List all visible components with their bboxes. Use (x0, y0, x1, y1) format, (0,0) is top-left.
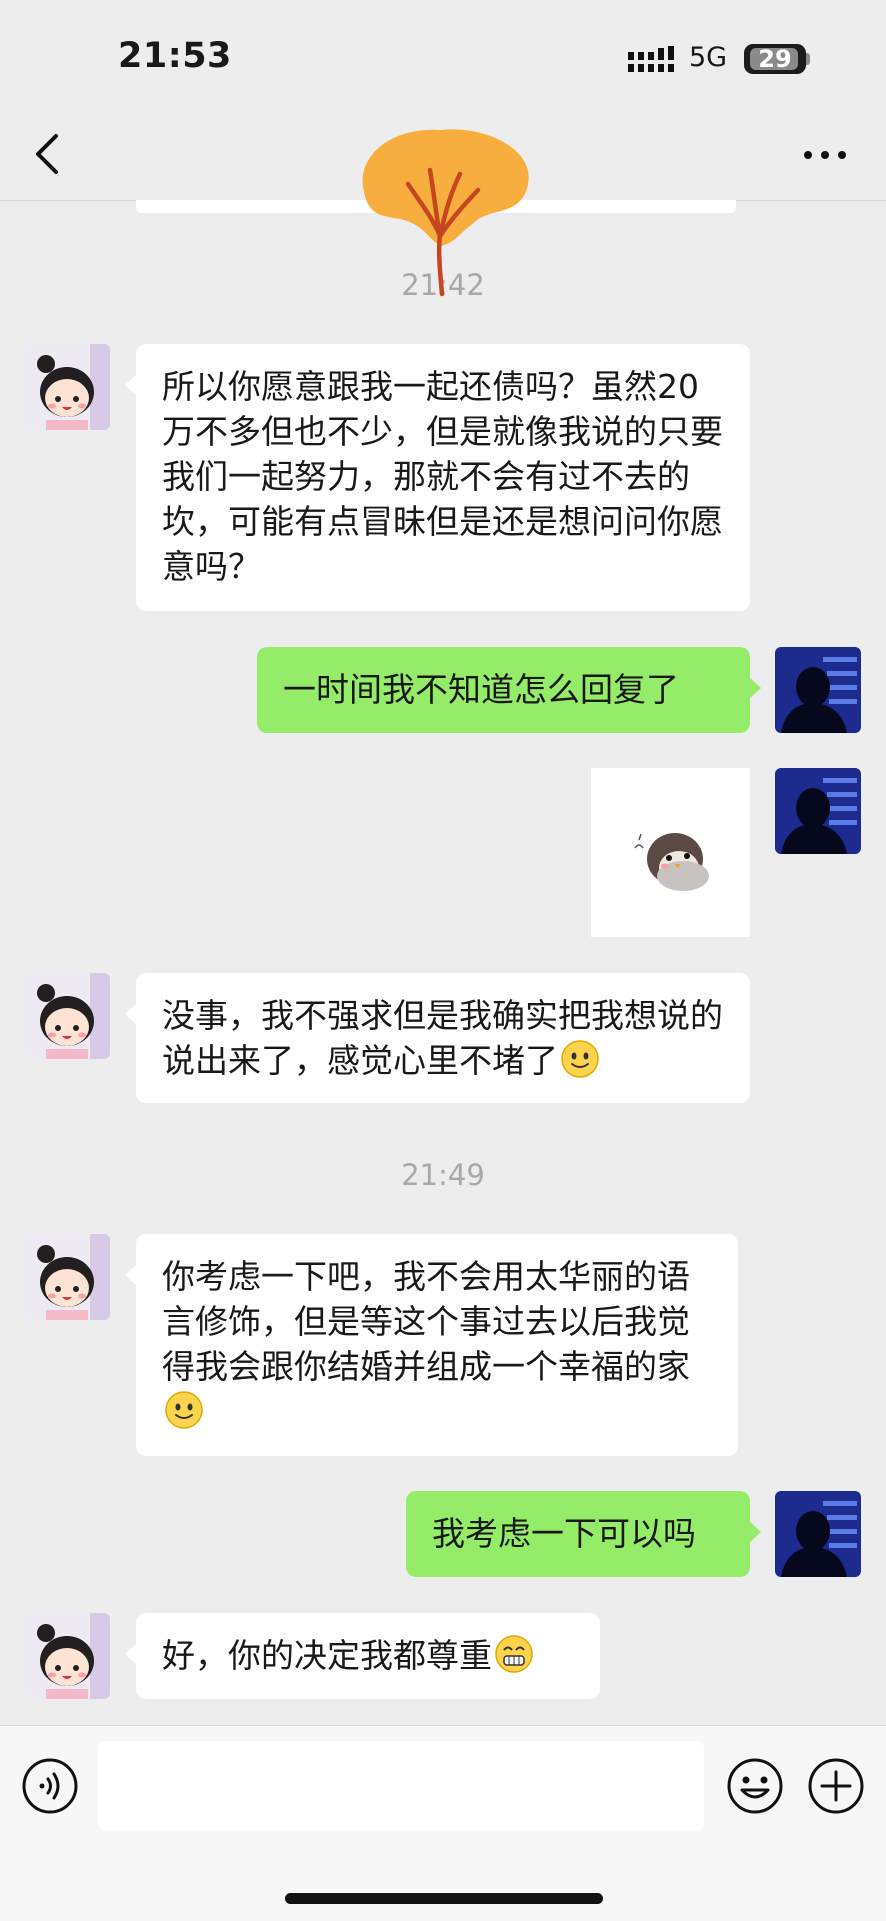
signal-icon (628, 46, 674, 72)
message-text: 我考虑一下可以吗 (432, 1514, 696, 1553)
home-indicator (285, 1893, 603, 1904)
message-bubble[interactable]: 一时间我不知道怎么回复了 (257, 647, 761, 733)
message-bubble[interactable]: 好，你的决定我都尊重 (125, 1613, 600, 1699)
contact-avatar[interactable] (24, 344, 110, 430)
battery-icon: 29 (744, 44, 806, 74)
grin-emoji-icon (495, 1635, 533, 1673)
user-avatar[interactable] (775, 647, 861, 733)
message-bubble[interactable]: 没事，我不强求但是我确实把我想说的说出来了，感觉心里不堵了 (125, 973, 750, 1103)
voice-icon[interactable] (20, 1756, 80, 1816)
message-text: 一时间我不知道怎么回复了 (283, 670, 679, 709)
message-text: 你考虑一下吧，我不会用太华丽的语言修饰，但是等这个事过去以后我觉得我会跟你结婚并… (162, 1257, 690, 1386)
sticker-message[interactable] (591, 768, 750, 937)
status-time: 21:53 (118, 36, 232, 76)
message-text: 没事，我不强求但是我确实把我想说的说出来了，感觉心里不堵了 (162, 996, 723, 1080)
message-bubble[interactable]: 所以你愿意跟我一起还债吗？虽然20万不多但也不少，但是就像我说的只要我们一起努力… (125, 344, 750, 611)
emoji-icon[interactable] (725, 1756, 785, 1816)
message-input[interactable] (98, 1741, 704, 1831)
plus-icon[interactable] (806, 1756, 866, 1816)
penguin-sticker (634, 833, 709, 891)
smile-emoji-icon (165, 1391, 203, 1429)
contact-avatar[interactable] (24, 1613, 110, 1699)
contact-avatar[interactable] (24, 1234, 110, 1320)
battery-level: 29 (758, 45, 792, 73)
message-text: 好，你的决定我都尊重 (162, 1636, 492, 1675)
back-icon[interactable] (28, 132, 64, 176)
more-icon[interactable] (800, 140, 850, 170)
battery-cap (806, 53, 810, 65)
message-bubble[interactable]: 我考虑一下可以吗 (406, 1491, 761, 1577)
contact-avatar[interactable] (24, 973, 110, 1059)
ginkgo-leaf-sticker (362, 129, 529, 297)
user-avatar[interactable] (775, 768, 861, 854)
user-avatar[interactable] (775, 1491, 861, 1577)
timestamp: 21:49 (401, 1158, 485, 1192)
message-text: 所以你愿意跟我一起还债吗？虽然20万不多但也不少，但是就像我说的只要我们一起努力… (162, 367, 723, 586)
message-bubble[interactable]: 你考虑一下吧，我不会用太华丽的语言修饰，但是等这个事过去以后我觉得我会跟你结婚并… (125, 1234, 738, 1456)
smile-emoji-icon (561, 1040, 599, 1078)
network-type: 5G (689, 42, 728, 73)
